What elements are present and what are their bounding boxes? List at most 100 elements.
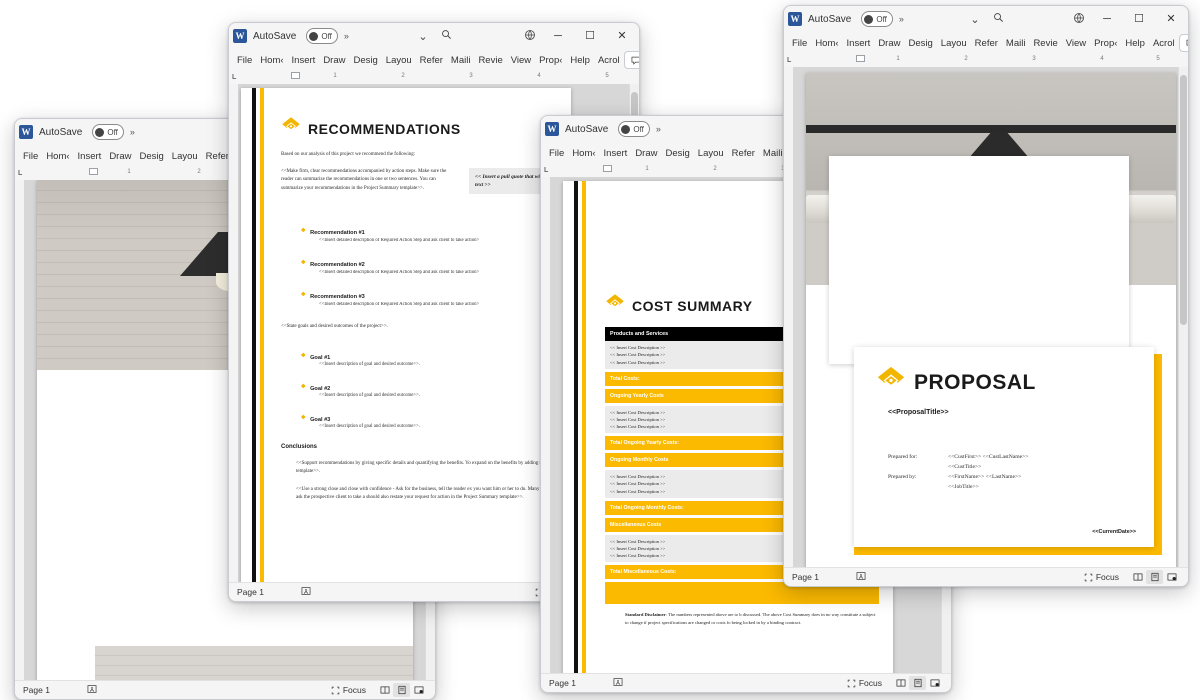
account-icon[interactable] [521,29,539,44]
ribbon-tab-insert[interactable]: Insert [288,53,320,68]
ribbon-tab-design[interactable]: Desig [135,149,167,164]
document-canvas[interactable]: PROPOSAL <<ProposalTitle>> Prepared for:… [784,67,1188,567]
comments-button[interactable] [1178,34,1188,52]
autosave-label: AutoSave [253,30,297,42]
horizontal-ruler[interactable]: L 1 2 3 4 5 [784,54,1188,67]
autosave-toggle[interactable]: Off [861,11,893,27]
autosave-toggle[interactable]: Off [618,121,650,137]
ribbon-tab-file[interactable]: File [545,146,568,161]
ribbon-tab-draw[interactable]: Draw [319,53,349,68]
accessibility-checker-icon[interactable] [291,586,321,598]
ribbon-tab-review[interactable]: Revie [1029,36,1061,51]
proposal-title-field[interactable]: <<ProposalTitle>> [888,409,949,416]
search-icon[interactable] [990,12,1008,26]
ribbon-tab-file[interactable]: File [233,53,256,68]
prepared-by-name[interactable]: <<FirstName>> <<LastName>> [948,474,1021,480]
ribbon-tab-draw[interactable]: Draw [631,146,661,161]
web-layout-icon[interactable] [410,683,427,697]
accessibility-checker-icon[interactable] [846,571,876,583]
ribbon-tab-mailings[interactable]: Maili [1002,36,1030,51]
page-indicator[interactable]: Page 1 [23,685,77,695]
ribbon-tab-help[interactable]: Help [566,53,594,68]
ribbon-tab-home[interactable]: Hom‹ [42,149,73,164]
ribbon-tab-layout[interactable]: Layou [382,53,416,68]
comments-button[interactable] [623,51,639,69]
scrollbar-thumb[interactable] [1180,75,1187,325]
autosave-toggle[interactable]: Off [92,124,124,140]
page-indicator[interactable]: Page 1 [549,678,603,688]
ribbon-tab-design[interactable]: Desig [349,53,381,68]
quick-access-overflow-icon[interactable]: » [130,127,135,137]
close-button[interactable]: ✕ [609,23,635,49]
indent-marker[interactable] [856,55,865,62]
ribbon-tab-acrobat[interactable]: Acrol [1149,36,1179,51]
ribbon-tab-references[interactable]: Refer [416,53,447,68]
maximize-button[interactable]: ☐ [577,23,603,49]
ribbon-tab-home[interactable]: Hom‹ [568,146,599,161]
ribbon-tab-review[interactable]: Revie [474,53,506,68]
current-date-field[interactable]: <<CurrentDate>> [1092,529,1136,535]
ribbon-tab-proposal[interactable]: Prop‹ [1090,36,1121,51]
word-window-proposal-cover[interactable]: W AutoSave Off » ⌄ ─ ☐ ✕ File Hom‹ Inser… [783,5,1189,587]
print-layout-icon[interactable] [1146,570,1163,584]
ribbon-tabs[interactable]: File Hom‹ Insert Draw Desig Layou Refer … [229,49,639,71]
ribbon-tab-file[interactable]: File [19,149,42,164]
page-indicator[interactable]: Page 1 [792,572,846,582]
ribbon-tab-draw[interactable]: Draw [874,36,904,51]
ribbon-tab-references[interactable]: Refer [971,36,1002,51]
ribbon-display-options-icon[interactable]: ⌄ [966,13,984,26]
prepared-by-title[interactable]: <<JobTitle>> [948,484,979,490]
ribbon-tab-layout[interactable]: Layou [694,146,728,161]
indent-marker[interactable] [291,72,300,79]
vertical-scrollbar[interactable] [1178,67,1188,567]
quick-access-overflow-icon[interactable]: » [899,14,904,24]
read-mode-icon[interactable] [1129,570,1146,584]
ribbon-tab-design[interactable]: Desig [661,146,693,161]
ribbon-tab-file[interactable]: File [788,36,811,51]
autosave-toggle[interactable]: Off [306,28,338,44]
quick-access-overflow-icon[interactable]: » [656,124,661,134]
ribbon-tab-home[interactable]: Hom‹ [811,36,842,51]
page-indicator[interactable]: Page 1 [237,587,291,597]
ribbon-tab-insert[interactable]: Insert [600,146,632,161]
web-layout-icon[interactable] [926,676,943,690]
ribbon-tab-draw[interactable]: Draw [105,149,135,164]
ribbon-tab-acrobat[interactable]: Acrol [594,53,624,68]
ribbon-tab-layout[interactable]: Layou [937,36,971,51]
indent-marker[interactable] [89,168,98,175]
accessibility-checker-icon[interactable] [77,684,107,696]
close-button[interactable]: ✕ [1158,6,1184,32]
print-layout-icon[interactable] [393,683,410,697]
ribbon-tab-insert[interactable]: Insert [74,149,106,164]
ribbon-tab-view[interactable]: View [1062,36,1090,51]
ribbon-tab-design[interactable]: Desig [904,36,936,51]
prepared-for-title[interactable]: <<CustTitle>> [948,464,981,470]
minimize-button[interactable]: ─ [545,23,571,49]
ribbon-tabs[interactable]: File Hom‹ Insert Draw Desig Layou Refer … [784,32,1188,54]
focus-button[interactable]: Focus [847,678,882,688]
ribbon-tab-view[interactable]: View [507,53,535,68]
ribbon-display-options-icon[interactable]: ⌄ [414,30,432,43]
quick-access-overflow-icon[interactable]: » [344,31,349,41]
prepared-for-name[interactable]: <<CustFirst>> <<CustLastName>> [948,454,1028,460]
ribbon-tab-proposal[interactable]: Prop‹ [535,53,566,68]
ribbon-tab-layout[interactable]: Layou [168,149,202,164]
ribbon-tab-references[interactable]: Refer [728,146,759,161]
focus-button[interactable]: Focus [331,685,366,695]
read-mode-icon[interactable] [376,683,393,697]
ribbon-tab-insert[interactable]: Insert [843,36,875,51]
accessibility-checker-icon[interactable] [603,677,633,689]
ribbon-tab-help[interactable]: Help [1121,36,1149,51]
ribbon-tab-home[interactable]: Hom‹ [256,53,287,68]
minimize-button[interactable]: ─ [1094,6,1120,32]
print-layout-icon[interactable] [909,676,926,690]
horizontal-ruler[interactable]: L 1 2 3 4 5 [229,71,639,84]
indent-marker[interactable] [603,165,612,172]
account-icon[interactable] [1070,12,1088,27]
maximize-button[interactable]: ☐ [1126,6,1152,32]
read-mode-icon[interactable] [892,676,909,690]
focus-button[interactable]: Focus [1084,572,1119,582]
web-layout-icon[interactable] [1163,570,1180,584]
ribbon-tab-mailings[interactable]: Maili [447,53,475,68]
search-icon[interactable] [438,29,456,43]
